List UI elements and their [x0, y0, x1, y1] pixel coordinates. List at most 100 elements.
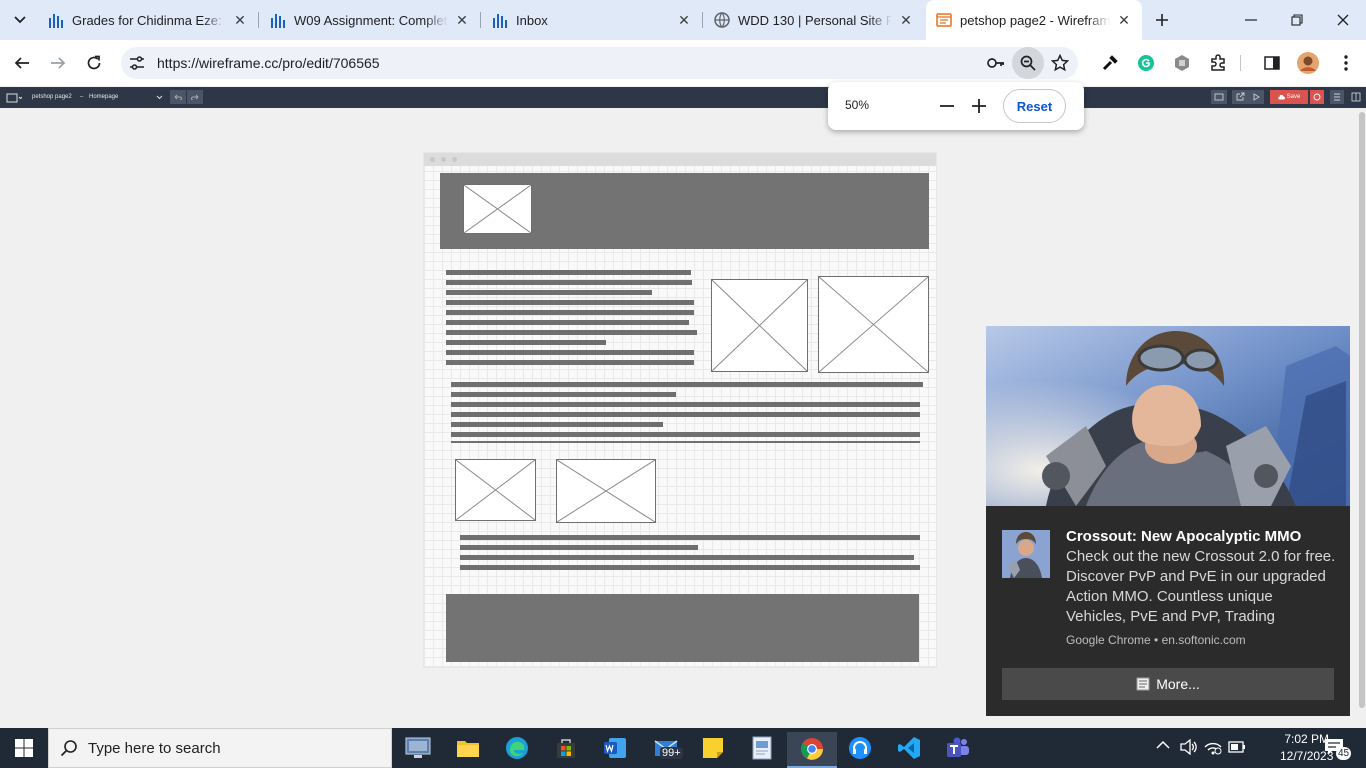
forward-button[interactable] [42, 47, 74, 79]
store-bag-icon [557, 739, 575, 758]
zoom-reset-button[interactable]: Reset [1003, 89, 1066, 123]
image-placeholder[interactable] [455, 459, 536, 521]
tray-battery[interactable] [1228, 741, 1246, 753]
panel-icon [1351, 92, 1361, 102]
wireframe-favicon-icon [936, 13, 952, 27]
close-tab-icon[interactable]: ✕ [454, 12, 470, 28]
redo-button[interactable] [187, 90, 203, 104]
mail-badge: 99+ [660, 747, 683, 759]
chevron-down-icon[interactable] [156, 95, 163, 100]
hexagon-extension-icon [1175, 55, 1189, 71]
chevron-down-icon [14, 16, 26, 24]
notification-hero-image[interactable] [986, 326, 1350, 506]
zoom-out-button[interactable] [934, 94, 960, 118]
close-tab-icon[interactable]: ✕ [898, 12, 914, 28]
page-icon[interactable] [6, 93, 22, 103]
notification-more-button[interactable]: More... [1002, 668, 1334, 700]
minimize-button[interactable] [1228, 0, 1274, 40]
taskbar-app-sticky-notes[interactable] [696, 732, 730, 764]
taskbar-app-task-view[interactable] [401, 732, 435, 764]
tray-volume[interactable] [1180, 739, 1198, 755]
taskbar-app-edge[interactable] [500, 732, 534, 764]
grammarly-icon [1138, 55, 1154, 71]
bookmark-star-button[interactable] [1044, 47, 1076, 79]
tab-search-button[interactable] [8, 8, 32, 32]
save-button[interactable]: Save [1270, 90, 1308, 104]
bar-chart-favicon-icon [49, 14, 63, 28]
tray-network[interactable] [1204, 739, 1222, 755]
close-tab-icon[interactable]: ✕ [676, 12, 692, 28]
panel-toggle-button[interactable] [1349, 90, 1363, 104]
tab-wdd130[interactable]: WDD 130 | Personal Site Plan ✕ [714, 6, 914, 34]
breadcrumb-separator: – [80, 94, 84, 100]
password-key-button[interactable] [980, 47, 1012, 79]
action-center-button[interactable]: 45 [1322, 736, 1352, 762]
eyedropper-icon [1102, 55, 1118, 71]
taskbar-app-vscode[interactable] [892, 732, 926, 764]
comment-icon [1214, 93, 1224, 101]
close-tab-icon[interactable]: ✕ [232, 12, 248, 28]
taskbar-app-word[interactable] [598, 732, 632, 764]
taskbar-app-photos[interactable] [745, 732, 779, 764]
share-button[interactable] [1232, 90, 1248, 104]
tab-w09-assignment[interactable]: W09 Assignment: Completed ✕ [270, 6, 470, 34]
grammarly-extension[interactable] [1130, 47, 1162, 79]
side-panel-button[interactable] [1256, 47, 1288, 79]
reload-button[interactable] [78, 47, 110, 79]
image-placeholder[interactable] [711, 279, 808, 372]
back-button[interactable] [6, 47, 38, 79]
taskbar-app-file-explorer[interactable] [451, 732, 485, 764]
wireframe-footer[interactable] [446, 594, 919, 662]
page-name[interactable]: Homepage [89, 94, 118, 100]
close-window-button[interactable] [1320, 0, 1366, 40]
project-name[interactable]: petshop page2 [32, 94, 72, 100]
tab-petshop-wireframe[interactable]: petshop page2 - Wireframe.cc ✕ [926, 0, 1142, 40]
eyedropper-extension[interactable] [1094, 47, 1126, 79]
tab-grades[interactable]: Grades for Chidinma Eze: We ✕ [48, 6, 248, 34]
word-icon [604, 738, 626, 758]
close-tab-icon[interactable]: ✕ [1116, 12, 1132, 28]
restore-button[interactable] [1274, 0, 1320, 40]
cloud-icon [1277, 94, 1285, 99]
globe-icon [714, 12, 730, 28]
chrome-menu-button[interactable] [1330, 47, 1362, 79]
chevron-up-icon [1156, 740, 1170, 749]
comments-button[interactable] [1211, 90, 1227, 104]
image-placeholder[interactable] [556, 459, 656, 523]
tab-title: Grades for Chidinma Eze: We [72, 12, 226, 28]
url-text[interactable]: https://wireframe.cc/pro/edit/706565 [157, 55, 380, 71]
new-tab-button[interactable] [1150, 8, 1174, 32]
tab-title: WDD 130 | Personal Site Plan [738, 12, 892, 28]
extensions-button[interactable] [1202, 47, 1234, 79]
scrollbar-thumb[interactable] [1359, 112, 1365, 708]
edge-icon [506, 737, 528, 759]
preview-button[interactable] [1248, 90, 1264, 104]
logo-image-placeholder[interactable] [463, 184, 532, 234]
zoom-in-button[interactable] [966, 94, 992, 118]
taskbar-app-mail[interactable]: 99+ [647, 732, 687, 764]
redo-icon [191, 94, 199, 100]
page-icon [1136, 677, 1150, 691]
wireframe-browser-bar [424, 153, 936, 166]
undo-button[interactable] [170, 90, 186, 104]
image-placeholder[interactable] [818, 276, 929, 373]
profile-avatar[interactable] [1292, 47, 1324, 79]
minus-icon [940, 105, 954, 107]
settings-button[interactable] [1330, 90, 1344, 104]
alert-button[interactable] [1310, 90, 1324, 104]
taskbar-app-store[interactable] [549, 732, 583, 764]
start-button[interactable] [0, 728, 48, 768]
taskbar-app-chrome[interactable] [787, 732, 837, 768]
external-link-icon [1236, 92, 1245, 101]
zoom-magnifier-icon [1020, 55, 1036, 71]
zoom-button[interactable] [1012, 47, 1044, 79]
tab-inbox[interactable]: Inbox ✕ [492, 6, 692, 34]
taskbar-app-teams[interactable] [941, 732, 975, 764]
extension-gray-button[interactable] [1166, 47, 1198, 79]
taskbar-app-support[interactable] [843, 732, 877, 764]
site-info-icon[interactable] [128, 54, 146, 72]
key-icon [987, 58, 1004, 68]
tray-chevron-up[interactable] [1156, 740, 1170, 750]
star-icon [1051, 54, 1069, 72]
chrome-icon [801, 738, 823, 760]
